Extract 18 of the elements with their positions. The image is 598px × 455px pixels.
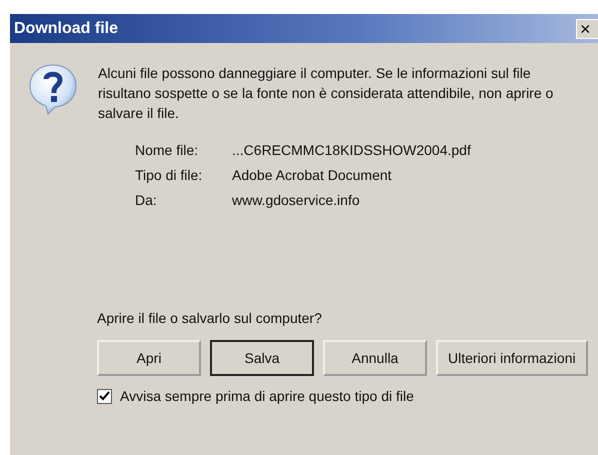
close-button[interactable]: × (576, 18, 598, 38)
dialog-button[interactable]: Apri (97, 340, 201, 376)
dialog-button[interactable]: Annulla (323, 340, 427, 376)
detail-label: Nome file: (135, 141, 200, 160)
detail-label: Da: (135, 191, 158, 210)
detail-value: ...C6RECMMC18KIDSSHOW2004.pdf (232, 141, 472, 160)
window-title: Download file (14, 20, 118, 38)
question-icon (28, 63, 78, 115)
warning-message: Alcuni file possono danneggiare il computer. Se le informazioni sul file risultano sospette o se la fonte non è considerata attendibile, non aprire o salvare il file. (98, 64, 554, 123)
detail-value: Adobe Acrobat Document (232, 166, 393, 185)
checkbox-label: Avvisa sempre prima di aprire questo tipo di file (120, 388, 414, 404)
detail-label: Tipo di file: (135, 166, 204, 185)
check-icon (99, 390, 110, 402)
checkbox[interactable] (97, 388, 112, 404)
detail-value: www.gdoservice.info (232, 191, 361, 210)
dialog-button[interactable]: Salva (210, 340, 314, 376)
question-text: Aprire il file o salvarlo sul computer? (97, 310, 323, 326)
dialog-button[interactable]: Ulteriori informazioni (436, 340, 588, 376)
